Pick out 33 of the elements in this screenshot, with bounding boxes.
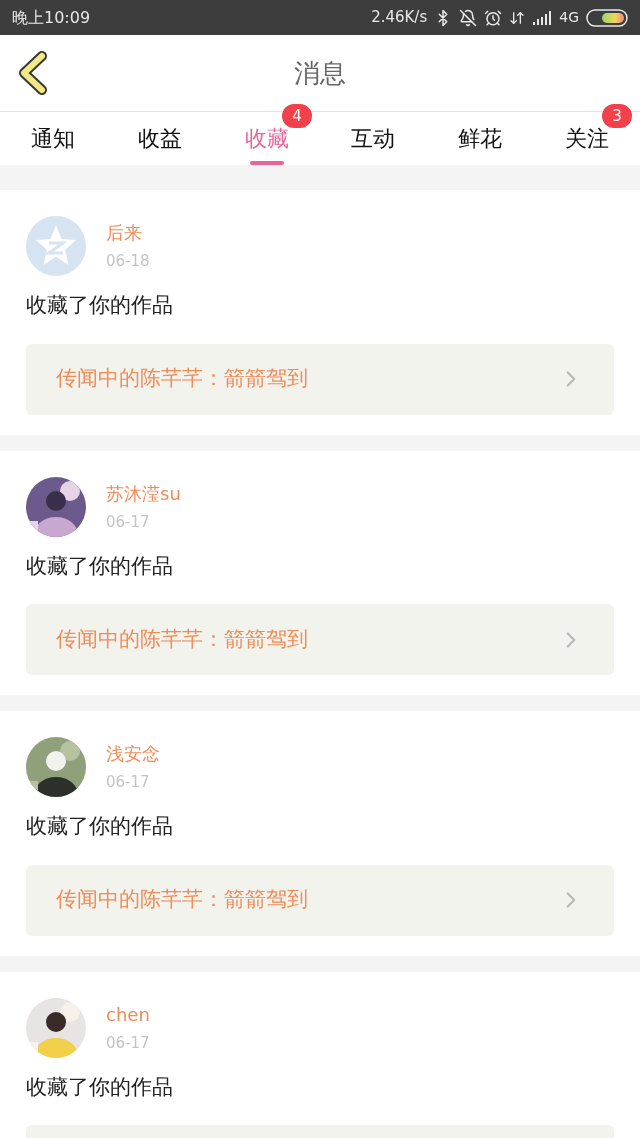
status-time: 晚上10:09 — [12, 6, 91, 29]
bell-off-icon — [459, 8, 478, 27]
alarm-clock-icon — [484, 8, 503, 27]
network-speed: 2.46K/s — [371, 7, 428, 29]
default-avatar-icon — [26, 216, 86, 276]
message-text: 收藏了你的作品 — [26, 813, 174, 840]
back-button[interactable] — [16, 50, 50, 96]
message-text: 收藏了你的作品 — [26, 552, 174, 580]
network-type: 4G — [559, 8, 579, 27]
count-badge: 3 — [602, 104, 633, 128]
work-link[interactable]: 传闻中的陈芊芊：箭箭驾到 — [26, 343, 614, 415]
battery-icon — [586, 8, 628, 27]
user-name[interactable]: chen — [106, 1000, 150, 1028]
message-date: 06-17 — [106, 511, 151, 533]
message-date: 06-17 — [106, 1032, 150, 1054]
tab[interactable]: 通知 — [31, 112, 76, 165]
work-link[interactable]: 传闻中的陈芊芊：箭箭驾到 — [26, 864, 614, 936]
user-name[interactable]: 浅安念 — [106, 740, 160, 768]
message-text: 收藏了你的作品 — [26, 292, 174, 319]
data-arrows-icon — [509, 9, 526, 26]
message-text: 收藏了你的作品 — [26, 1073, 174, 1101]
tab[interactable]: 收益 — [138, 112, 182, 165]
tab[interactable]: 互动 — [351, 112, 396, 165]
back-chevron-icon — [16, 50, 50, 96]
user-name[interactable]: 后来 — [106, 219, 150, 247]
page-title: 消息 — [294, 56, 346, 90]
message-date: 06-17 — [106, 772, 151, 794]
work-link[interactable]: 传闻中的陈芊芊：箭箭驾到 — [26, 604, 614, 675]
user-name[interactable]: 苏沐滢su — [106, 479, 181, 507]
count-badge: 4 — [282, 104, 312, 128]
message-date: 06-18 — [106, 251, 150, 273]
signal-icon — [532, 10, 553, 25]
tab[interactable]: 鲜花 — [458, 112, 502, 165]
